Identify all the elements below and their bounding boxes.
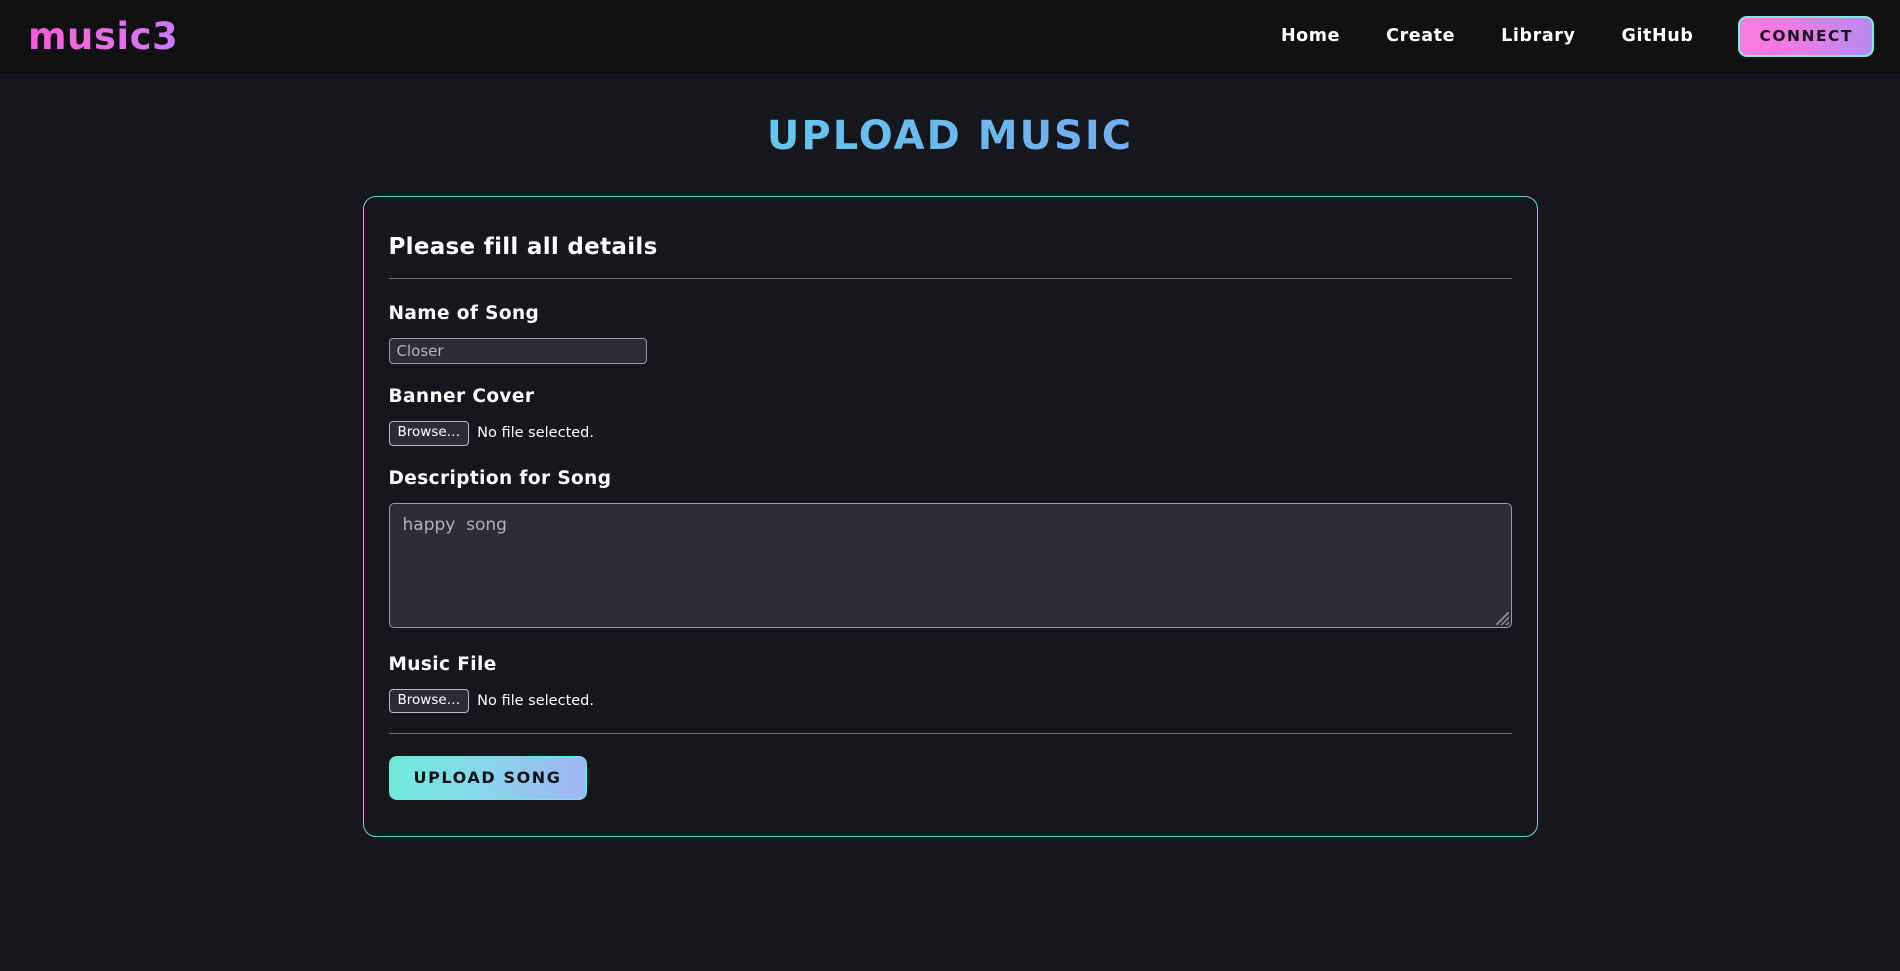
nav-item-library[interactable]: Library	[1478, 20, 1598, 52]
description-wrapper	[388, 502, 1512, 628]
label-music-file: Music File	[388, 653, 497, 675]
music-file-input[interactable]: Browse… No file selected.	[388, 688, 1512, 714]
connect-wallet-button[interactable]: CONNECT	[1738, 15, 1874, 57]
submit-divider	[388, 733, 1512, 735]
description-textarea[interactable]	[388, 502, 1512, 628]
page-title: UPLOAD MUSIC	[0, 113, 1900, 159]
upload-form-card: Please fill all details Name of Song Ban…	[362, 196, 1538, 838]
label-description: Description for Song	[388, 467, 612, 489]
upload-song-button[interactable]: UPLOAD SONG	[388, 756, 587, 801]
nav-item-create[interactable]: Create	[1363, 20, 1478, 52]
banner-cover-file-input[interactable]: Browse… No file selected.	[388, 421, 1512, 446]
label-banner-cover: Banner Cover	[388, 386, 535, 407]
music-file-status: No file selected.	[477, 692, 594, 709]
nav-item-home[interactable]: Home	[1258, 20, 1363, 52]
song-name-input[interactable]	[388, 338, 647, 364]
form-heading: Please fill all details	[388, 234, 658, 260]
label-song-name: Name of Song	[388, 303, 540, 324]
banner-browse-button[interactable]: Browse…	[388, 421, 470, 446]
nav-item-github[interactable]: GitHub	[1598, 20, 1716, 52]
heading-divider	[388, 278, 1512, 279]
brand-logo[interactable]: music3	[28, 15, 178, 58]
banner-file-status: No file selected.	[477, 425, 594, 442]
music-browse-button[interactable]: Browse…	[388, 688, 470, 714]
nav-links-group: Home Create Library GitHub CONNECT	[1258, 15, 1874, 57]
top-navigation-bar: music3 Home Create Library GitHub CONNEC…	[0, 0, 1900, 73]
